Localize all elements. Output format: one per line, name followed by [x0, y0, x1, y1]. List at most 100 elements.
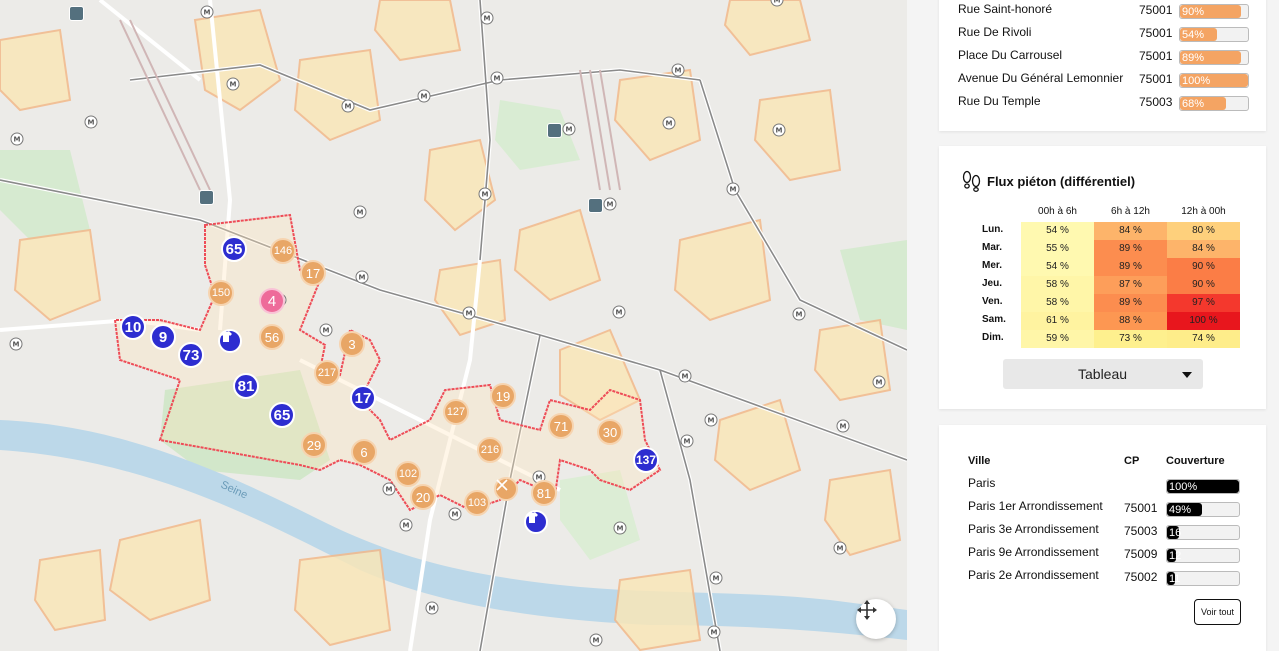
heatmap-cell: 54 %	[1021, 222, 1094, 240]
cluster-marker[interactable]: 17	[350, 385, 376, 411]
cluster-marker[interactable]: 217	[314, 360, 340, 386]
metro-icon[interactable]: M	[680, 434, 694, 448]
street-row[interactable]: Rue De Rivoli 75001 54%	[958, 25, 1258, 43]
shirt-icon[interactable]	[218, 329, 242, 353]
heatmap-cell: 74 %	[1167, 330, 1240, 348]
cluster-marker[interactable]: 71	[548, 413, 574, 439]
heatmap-cell: 89 %	[1094, 240, 1167, 258]
metro-icon[interactable]: M	[603, 197, 617, 211]
metro-icon[interactable]: M	[704, 413, 718, 427]
street-row[interactable]: Avenue Du Général Lemonnier 75001 100%	[958, 71, 1258, 89]
cutlery-icon[interactable]	[494, 477, 518, 501]
cluster-marker[interactable]: 29	[301, 432, 327, 458]
metro-icon[interactable]: M	[872, 375, 886, 389]
metro-icon[interactable]: M	[833, 541, 847, 555]
cluster-marker[interactable]: 150	[208, 280, 234, 306]
coverage-progress-label: 11	[1169, 573, 1181, 585]
metro-icon[interactable]: M	[200, 5, 214, 19]
cluster-marker[interactable]: 30	[597, 419, 623, 445]
cluster-marker[interactable]: 103	[464, 490, 490, 516]
street-name: Rue Du Temple	[958, 94, 1041, 108]
street-progress-label: 68%	[1182, 98, 1205, 110]
street-row[interactable]: Rue Saint-honoré 75001 90%	[958, 2, 1258, 20]
map-view[interactable]: Seine M M M M M M M M M M M M M M M M M …	[0, 0, 907, 651]
metro-icon[interactable]: M	[9, 337, 23, 351]
coverage-row[interactable]: Paris 9e Arrondissement 75009 12	[968, 545, 1258, 563]
metro-icon[interactable]: M	[417, 89, 431, 103]
cluster-marker[interactable]: 3	[339, 331, 365, 357]
streets-card: Rue Saint-honoré 75001 90% Rue De Rivoli…	[939, 0, 1266, 131]
voir-tout-button[interactable]: Voir tout	[1194, 599, 1241, 625]
metro-icon[interactable]: M	[490, 71, 504, 85]
coverage-progress-label: 16	[1169, 527, 1182, 539]
cluster-marker[interactable]: 10	[120, 314, 146, 340]
cluster-marker[interactable]: 17	[300, 260, 326, 286]
cluster-marker[interactable]: 56	[259, 324, 285, 350]
metro-icon[interactable]: M	[612, 305, 626, 319]
ville-cp: 75001	[1124, 501, 1158, 515]
metro-icon[interactable]: M	[382, 482, 396, 496]
cluster-marker[interactable]: 19	[490, 383, 516, 409]
cluster-marker[interactable]: 65	[221, 236, 247, 262]
cluster-marker[interactable]: 81	[233, 373, 259, 399]
metro-icon[interactable]: M	[226, 77, 240, 91]
metro-icon[interactable]: M	[341, 99, 355, 113]
cluster-marker[interactable]: 102	[395, 461, 421, 487]
train-station-icon[interactable]	[547, 123, 562, 138]
metro-icon[interactable]: M	[425, 601, 439, 615]
street-row[interactable]: Place Du Carrousel 75001 89%	[958, 48, 1258, 66]
metro-icon[interactable]: M	[353, 205, 367, 219]
coverage-row[interactable]: Paris 100%	[968, 476, 1258, 494]
street-name: Rue De Rivoli	[958, 25, 1032, 39]
ville-name: Paris 2e Arrondissement	[968, 568, 1099, 582]
cluster-marker[interactable]: 81	[531, 480, 557, 506]
cluster-marker[interactable]: 73	[178, 342, 204, 368]
coverage-row[interactable]: Paris 2e Arrondissement 75002 11	[968, 568, 1258, 586]
metro-icon[interactable]: M	[84, 115, 98, 129]
street-name: Avenue Du Général Lemonnier	[958, 71, 1124, 85]
metro-icon[interactable]: M	[478, 187, 492, 201]
metro-icon[interactable]: M	[662, 116, 676, 130]
view-select[interactable]: Tableau	[1003, 359, 1203, 389]
metro-icon[interactable]: M	[355, 270, 369, 284]
metro-icon[interactable]: M	[671, 63, 685, 77]
cluster-marker[interactable]: 6	[351, 439, 377, 465]
cluster-marker[interactable]: 20	[410, 484, 436, 510]
metro-icon[interactable]: M	[678, 369, 692, 383]
street-row[interactable]: Rue Du Temple 75003 68%	[958, 94, 1258, 112]
street-cp: 75001	[1139, 49, 1173, 63]
day-label: Dim.	[982, 332, 1004, 343]
metro-icon[interactable]: M	[707, 625, 721, 639]
cluster-marker[interactable]: 65	[269, 402, 295, 428]
metro-icon[interactable]: M	[613, 521, 627, 535]
expand-map-button[interactable]	[856, 599, 896, 639]
metro-icon[interactable]: M	[589, 633, 603, 647]
metro-icon[interactable]: M	[448, 507, 462, 521]
metro-icon[interactable]: M	[399, 518, 413, 532]
day-label: Lun.	[982, 224, 1004, 235]
metro-icon[interactable]: M	[462, 306, 476, 320]
cluster-marker[interactable]: 127	[443, 399, 469, 425]
cluster-marker[interactable]: 146	[270, 238, 296, 264]
cluster-marker[interactable]: 216	[477, 437, 503, 463]
metro-icon[interactable]: M	[562, 122, 576, 136]
cluster-marker[interactable]: 9	[150, 324, 176, 350]
metro-icon[interactable]: M	[319, 323, 333, 337]
train-station-icon[interactable]	[199, 190, 214, 205]
metro-icon[interactable]: M	[792, 307, 806, 321]
metro-icon[interactable]: M	[709, 571, 723, 585]
shirt-icon[interactable]	[524, 510, 548, 534]
coverage-row[interactable]: Paris 1er Arrondissement 75001 49%	[968, 499, 1258, 517]
metro-icon[interactable]: M	[772, 123, 786, 137]
train-station-icon[interactable]	[69, 6, 84, 21]
coverage-row[interactable]: Paris 3e Arrondissement 75003 16	[968, 522, 1258, 540]
train-station-icon[interactable]	[588, 198, 603, 213]
metro-icon[interactable]: M	[10, 132, 24, 146]
metro-icon[interactable]: M	[726, 182, 740, 196]
chevron-down-icon	[1182, 372, 1192, 378]
day-label: Jeu.	[982, 278, 1003, 289]
metro-icon[interactable]: M	[480, 11, 494, 25]
cluster-marker[interactable]: 137	[633, 447, 659, 473]
metro-icon[interactable]: M	[836, 419, 850, 433]
cluster-marker[interactable]: 4	[259, 288, 285, 314]
